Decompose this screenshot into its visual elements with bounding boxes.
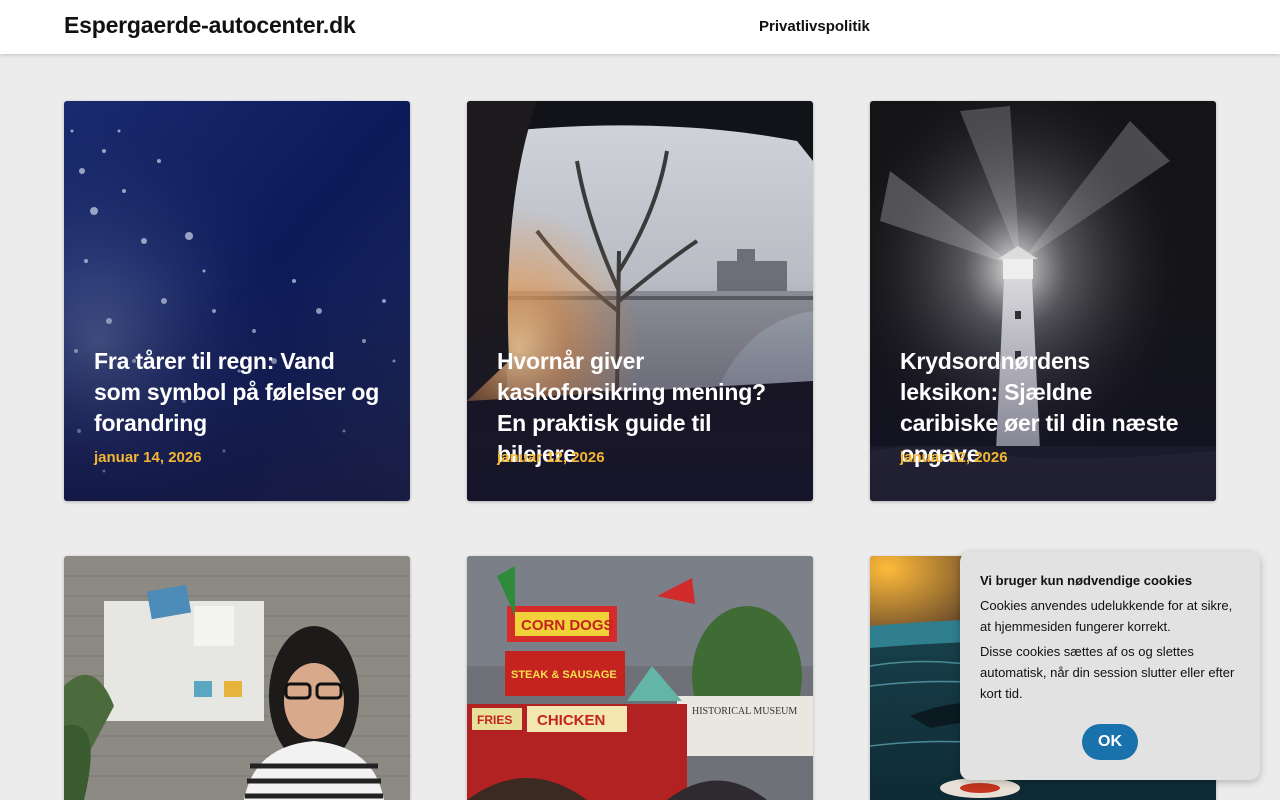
post-card[interactable]: Hvornår giver kaskoforsikring mening? En… (467, 101, 813, 501)
steak-sign-text: STEAK & SAUSAGE (511, 669, 617, 681)
cookie-banner-text: Disse cookies sættes af os og slettes au… (980, 644, 1235, 701)
corndogs-sign-text: CORN DOGS (521, 617, 614, 634)
post-image (64, 556, 410, 800)
chicken-sign-text: CHICKEN (537, 712, 605, 729)
post-date: januar 12, 2026 (497, 449, 605, 466)
post-date: januar 12, 2026 (900, 449, 1008, 466)
cookie-banner-title: Vi bruger kun nødvendige cookies (980, 573, 1193, 588)
cookie-banner-text: Cookies anvendes udelukkende for at sikr… (980, 598, 1233, 634)
nav-link-privatlivspolitik[interactable]: Privatlivspolitik (759, 18, 870, 35)
post-title[interactable]: Fra tårer til regn: Vand som symbol på f… (94, 346, 382, 439)
site-header: Espergaerde-autocenter.dk Privatlivspoli… (0, 0, 1280, 54)
post-card[interactable]: Krydsordnørdens leksikon: Sjældne caribi… (870, 101, 1216, 501)
post-card[interactable]: Fra tårer til regn: Vand som symbol på f… (64, 101, 410, 501)
fries-sign-text: FRIES (477, 713, 512, 727)
site-title[interactable]: Espergaerde-autocenter.dk (64, 12, 356, 39)
post-image: HISTORICAL MUSEUM CORN DOGS STEAK & SAUS… (467, 556, 813, 800)
image-overlay (64, 101, 410, 501)
cookie-banner: Vi bruger kun nødvendige cookies Cookies… (960, 552, 1260, 780)
post-card[interactable]: HISTORICAL MUSEUM CORN DOGS STEAK & SAUS… (467, 556, 813, 800)
post-date: januar 14, 2026 (94, 449, 202, 466)
museum-sign-text: HISTORICAL MUSEUM (692, 706, 797, 717)
post-card[interactable] (64, 556, 410, 800)
cookie-ok-button[interactable]: OK (1082, 724, 1138, 760)
